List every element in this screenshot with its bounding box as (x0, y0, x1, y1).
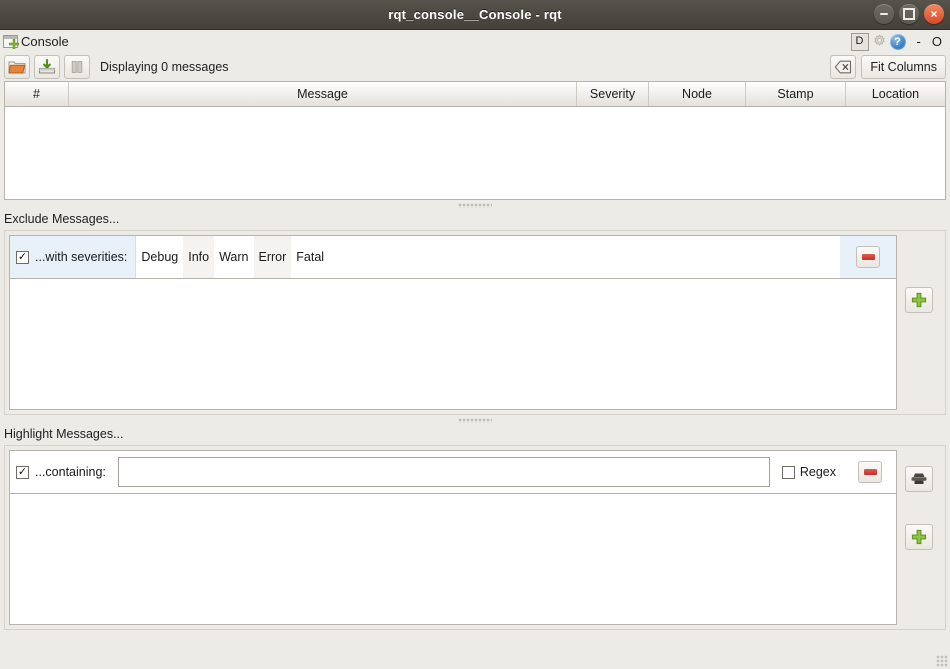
highlight-list-empty-area[interactable] (10, 494, 896, 624)
open-folder-icon (8, 59, 26, 75)
open-button[interactable] (4, 55, 30, 79)
dock-close-button[interactable]: O (930, 34, 944, 49)
toolbar-right-group: Fit Columns (830, 55, 946, 79)
window-titlebar[interactable]: rqt_console__Console - rqt × (0, 0, 950, 30)
column-header-location[interactable]: Location (846, 82, 945, 106)
splitter-bottom[interactable] (0, 415, 950, 425)
console-toolbar: Displaying 0 messages Fit Columns (0, 53, 950, 81)
minimize-icon (880, 13, 888, 15)
splitter-grip-icon (458, 203, 492, 208)
highlight-row-check-cell[interactable]: ✓ ...containing: (10, 451, 114, 493)
dock-float-button[interactable]: - (915, 34, 923, 49)
splitter-top[interactable] (0, 200, 950, 210)
exclude-row-check-cell[interactable]: ✓ ...with severities: (10, 236, 136, 278)
highlight-filter-row[interactable]: ✓ ...containing: Regex (10, 451, 896, 494)
severity-filler (329, 236, 840, 278)
dock-widget-header: Console D ? - O (0, 30, 950, 53)
exclude-side-buttons (897, 235, 941, 410)
clear-button[interactable] (830, 55, 856, 79)
highlight-print-button[interactable] (905, 466, 933, 492)
regex-label: Regex (800, 465, 836, 479)
save-icon (38, 59, 56, 75)
exclude-section-label: Exclude Messages... (0, 210, 950, 228)
rqt-console-window: rqt_console__Console - rqt × Console D (0, 0, 950, 669)
regex-checkbox[interactable] (782, 466, 795, 479)
check-icon: ✓ (18, 467, 27, 478)
highlight-side-buttons (897, 450, 941, 625)
dock-title-group: Console (3, 34, 69, 49)
minus-icon (864, 469, 877, 475)
highlight-row-label: ...containing: (35, 465, 106, 479)
exclude-list-empty-area[interactable] (10, 279, 896, 409)
severity-item-debug[interactable]: Debug (136, 236, 183, 278)
close-icon: × (930, 8, 937, 20)
highlight-enabled-checkbox[interactable]: ✓ (16, 466, 29, 479)
check-icon: ✓ (18, 252, 27, 263)
pause-button[interactable] (64, 55, 90, 79)
column-header-index[interactable]: # (5, 82, 69, 106)
maximize-button[interactable] (899, 4, 919, 24)
exclude-filter-list[interactable]: ✓ ...with severities: Debug Info Warn Er… (9, 235, 897, 410)
minimize-button[interactable] (874, 4, 894, 24)
highlight-section-label: Highlight Messages... (0, 425, 950, 443)
column-header-severity[interactable]: Severity (577, 82, 649, 106)
highlight-text-input[interactable] (118, 457, 770, 487)
exclude-add-button[interactable] (905, 287, 933, 313)
window-title: rqt_console__Console - rqt (0, 7, 950, 22)
window-bottom-filler (0, 630, 950, 669)
severity-item-warn[interactable]: Warn (214, 236, 253, 278)
help-icon[interactable]: ? (890, 34, 906, 50)
maximize-icon (903, 8, 915, 20)
clear-icon (834, 60, 852, 74)
highlight-remove-button[interactable] (858, 461, 882, 483)
exclude-row-label: ...with severities: (35, 250, 127, 264)
exclude-panel: ✓ ...with severities: Debug Info Warn Er… (4, 230, 946, 415)
close-button[interactable]: × (924, 4, 944, 24)
console-window-icon (3, 35, 18, 48)
window-controls: × (874, 4, 944, 24)
green-plus-badge-icon (9, 39, 19, 49)
plus-icon (911, 292, 927, 308)
message-table-body[interactable] (5, 107, 945, 199)
save-button[interactable] (34, 55, 60, 79)
exclude-remove-cell (840, 236, 896, 278)
column-header-node[interactable]: Node (649, 82, 746, 106)
highlight-panel: ✓ ...containing: Regex (4, 445, 946, 630)
minus-icon (862, 254, 875, 260)
highlight-remove-cell (844, 451, 896, 493)
plus-icon (911, 529, 927, 545)
regex-cell[interactable]: Regex (774, 451, 844, 493)
severity-item-fatal[interactable]: Fatal (291, 236, 329, 278)
message-table-header: # Message Severity Node Stamp Location (5, 82, 945, 107)
message-table: # Message Severity Node Stamp Location (4, 81, 946, 200)
severity-selector[interactable]: Debug Info Warn Error Fatal (136, 236, 840, 278)
severity-item-info[interactable]: Info (183, 236, 214, 278)
dock-title-label: Console (21, 34, 69, 49)
dock-tool-buttons: D ? - O (851, 33, 946, 51)
column-header-message[interactable]: Message (69, 82, 577, 106)
dock-d-button[interactable]: D (851, 33, 869, 51)
exclude-enabled-checkbox[interactable]: ✓ (16, 251, 29, 264)
status-label: Displaying 0 messages (100, 60, 229, 74)
column-header-stamp[interactable]: Stamp (746, 82, 846, 106)
highlight-filter-list[interactable]: ✓ ...containing: Regex (9, 450, 897, 625)
fit-columns-button[interactable]: Fit Columns (861, 55, 946, 79)
pause-icon (69, 59, 85, 75)
printer-icon (910, 471, 928, 487)
exclude-remove-button[interactable] (856, 246, 880, 268)
severity-item-error[interactable]: Error (254, 236, 292, 278)
exclude-filter-row[interactable]: ✓ ...with severities: Debug Info Warn Er… (10, 236, 896, 279)
highlight-add-button[interactable] (905, 524, 933, 550)
resize-grip-icon[interactable] (936, 655, 948, 667)
gear-icon[interactable] (872, 34, 887, 49)
splitter-grip-icon-2 (458, 418, 492, 423)
